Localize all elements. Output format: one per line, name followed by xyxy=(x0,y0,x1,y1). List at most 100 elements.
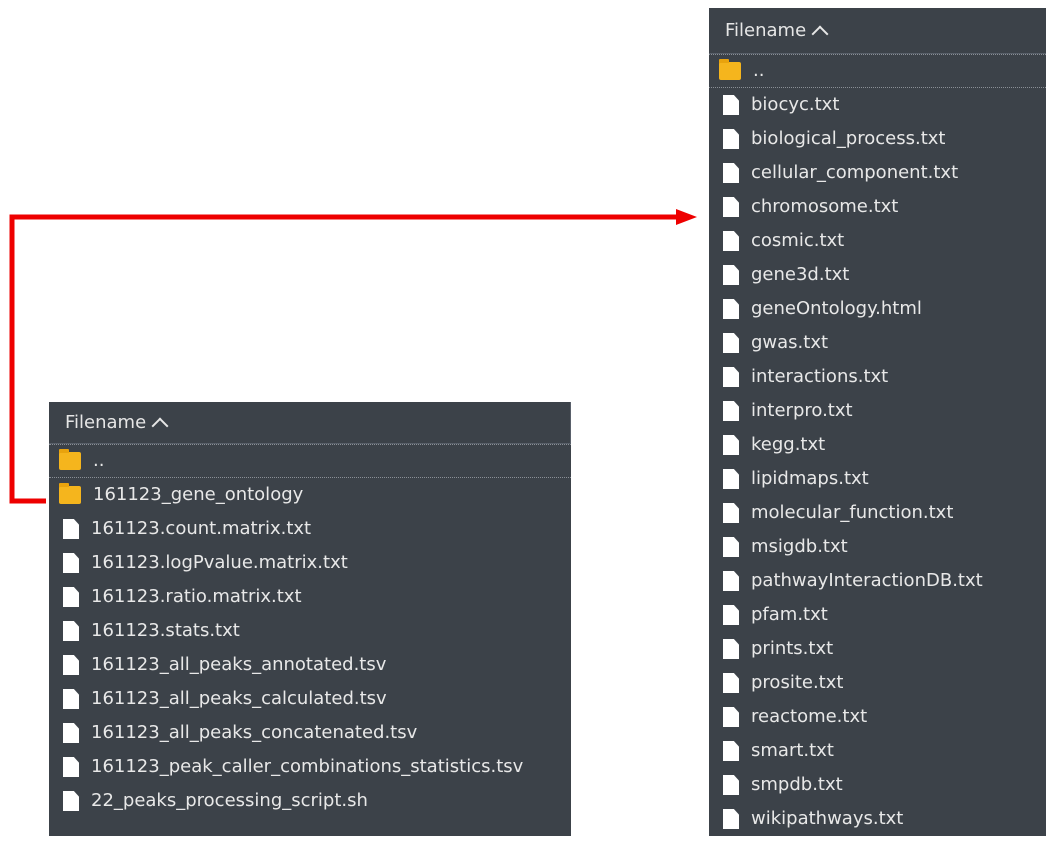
file-name: .. xyxy=(93,450,105,471)
file-icon xyxy=(723,299,739,319)
list-item-file[interactable]: gwas.txt xyxy=(709,326,1046,360)
file-name: cellular_component.txt xyxy=(751,162,959,183)
list-item-parent-dir[interactable]: .. xyxy=(709,54,1046,88)
list-item-file[interactable]: biocyc.txt xyxy=(709,88,1046,122)
file-icon xyxy=(723,537,739,557)
chevron-up-icon xyxy=(811,25,829,42)
file-icon xyxy=(63,689,79,709)
folder-icon xyxy=(719,59,741,80)
file-name: 161123_all_peaks_calculated.tsv xyxy=(91,688,387,709)
list-item-file[interactable]: pathwayInteractionDB.txt xyxy=(709,564,1046,598)
list-item-file[interactable]: 161123.stats.txt xyxy=(49,614,571,648)
file-name: cosmic.txt xyxy=(751,230,845,251)
file-icon xyxy=(723,503,739,523)
chevron-up-icon xyxy=(151,417,169,434)
list-item-file[interactable]: wikipathways.txt xyxy=(709,802,1046,836)
file-name: smart.txt xyxy=(751,740,834,761)
file-name: gwas.txt xyxy=(751,332,829,353)
file-icon xyxy=(723,639,739,659)
list-item-folder[interactable]: 161123_gene_ontology xyxy=(49,478,571,512)
file-icon xyxy=(63,621,79,641)
list-item-file[interactable]: geneOntology.html xyxy=(709,292,1046,326)
file-name: interactions.txt xyxy=(751,366,889,387)
connector-arrowhead xyxy=(676,209,697,225)
list-item-file[interactable]: 161123.count.matrix.txt xyxy=(49,512,571,546)
file-name: 161123.stats.txt xyxy=(91,620,240,641)
list-item-file[interactable]: reactome.txt xyxy=(709,700,1046,734)
file-icon xyxy=(723,707,739,727)
file-name: smpdb.txt xyxy=(751,774,843,795)
file-icon xyxy=(723,571,739,591)
file-name: biological_process.txt xyxy=(751,128,946,149)
file-icon xyxy=(723,469,739,489)
file-icon xyxy=(723,163,739,183)
file-name: molecular_function.txt xyxy=(751,502,954,523)
column-header-label: Filename xyxy=(725,20,807,41)
list-item-file[interactable]: 161123_all_peaks_calculated.tsv xyxy=(49,682,571,716)
file-icon xyxy=(63,791,79,811)
file-name: 161123_all_peaks_concatenated.tsv xyxy=(91,722,418,743)
file-name: interpro.txt xyxy=(751,400,853,421)
file-name: 161123.ratio.matrix.txt xyxy=(91,586,302,607)
file-name: reactome.txt xyxy=(751,706,868,727)
list-item-file[interactable]: chromosome.txt xyxy=(709,190,1046,224)
file-name: 22_peaks_processing_script.sh xyxy=(91,790,368,811)
file-name: gene3d.txt xyxy=(751,264,850,285)
file-name: lipidmaps.txt xyxy=(751,468,869,489)
file-name: 161123.count.matrix.txt xyxy=(91,518,312,539)
list-item-file[interactable]: gene3d.txt xyxy=(709,258,1046,292)
file-icon xyxy=(723,265,739,285)
file-icon xyxy=(63,587,79,607)
file-list: .. 161123_gene_ontology 161123.count.mat… xyxy=(49,444,571,818)
file-icon xyxy=(63,723,79,743)
file-name: 161123.logPvalue.matrix.txt xyxy=(91,552,348,573)
list-item-file[interactable]: smart.txt xyxy=(709,734,1046,768)
file-name: 161123_gene_ontology xyxy=(93,484,304,505)
list-item-file[interactable]: msigdb.txt xyxy=(709,530,1046,564)
file-name: pathwayInteractionDB.txt xyxy=(751,570,983,591)
file-name: geneOntology.html xyxy=(751,298,922,319)
file-icon xyxy=(723,435,739,455)
file-icon xyxy=(723,129,739,149)
right-file-panel: Filename .. biocyc.txt biological_proces… xyxy=(709,8,1046,836)
list-item-file[interactable]: biological_process.txt xyxy=(709,122,1046,156)
file-icon xyxy=(63,519,79,539)
list-item-file[interactable]: lipidmaps.txt xyxy=(709,462,1046,496)
list-item-file[interactable]: 161123_all_peaks_annotated.tsv xyxy=(49,648,571,682)
list-item-file[interactable]: smpdb.txt xyxy=(709,768,1046,802)
file-name: pfam.txt xyxy=(751,604,828,625)
column-header-label: Filename xyxy=(65,412,147,433)
file-name: wikipathways.txt xyxy=(751,808,904,829)
file-list: .. biocyc.txt biological_process.txt cel… xyxy=(709,54,1046,836)
file-name: 161123_all_peaks_annotated.tsv xyxy=(91,654,387,675)
list-item-file[interactable]: pfam.txt xyxy=(709,598,1046,632)
list-item-file[interactable]: kegg.txt xyxy=(709,428,1046,462)
folder-icon xyxy=(59,483,81,504)
list-item-file[interactable]: 22_peaks_processing_script.sh xyxy=(49,784,571,818)
folder-icon xyxy=(59,449,81,470)
file-icon xyxy=(723,231,739,251)
list-item-file[interactable]: cosmic.txt xyxy=(709,224,1046,258)
list-item-file[interactable]: prints.txt xyxy=(709,632,1046,666)
file-icon xyxy=(723,401,739,421)
file-name: 161123_peak_caller_combinations_statisti… xyxy=(91,756,524,777)
list-item-file[interactable]: 161123.ratio.matrix.txt xyxy=(49,580,571,614)
file-icon xyxy=(723,741,739,761)
file-icon xyxy=(723,367,739,387)
list-item-file[interactable]: interpro.txt xyxy=(709,394,1046,428)
file-name: .. xyxy=(753,60,765,81)
file-icon xyxy=(63,655,79,675)
list-item-file[interactable]: prosite.txt xyxy=(709,666,1046,700)
list-item-file[interactable]: cellular_component.txt xyxy=(709,156,1046,190)
list-item-parent-dir[interactable]: .. xyxy=(49,444,571,478)
column-header-filename[interactable]: Filename xyxy=(49,402,571,444)
list-item-file[interactable]: 161123_all_peaks_concatenated.tsv xyxy=(49,716,571,750)
file-name: kegg.txt xyxy=(751,434,826,455)
file-icon xyxy=(723,673,739,693)
list-item-file[interactable]: 161123_peak_caller_combinations_statisti… xyxy=(49,750,571,784)
file-name: prosite.txt xyxy=(751,672,844,693)
list-item-file[interactable]: 161123.logPvalue.matrix.txt xyxy=(49,546,571,580)
column-header-filename[interactable]: Filename xyxy=(709,8,1046,54)
list-item-file[interactable]: molecular_function.txt xyxy=(709,496,1046,530)
list-item-file[interactable]: interactions.txt xyxy=(709,360,1046,394)
